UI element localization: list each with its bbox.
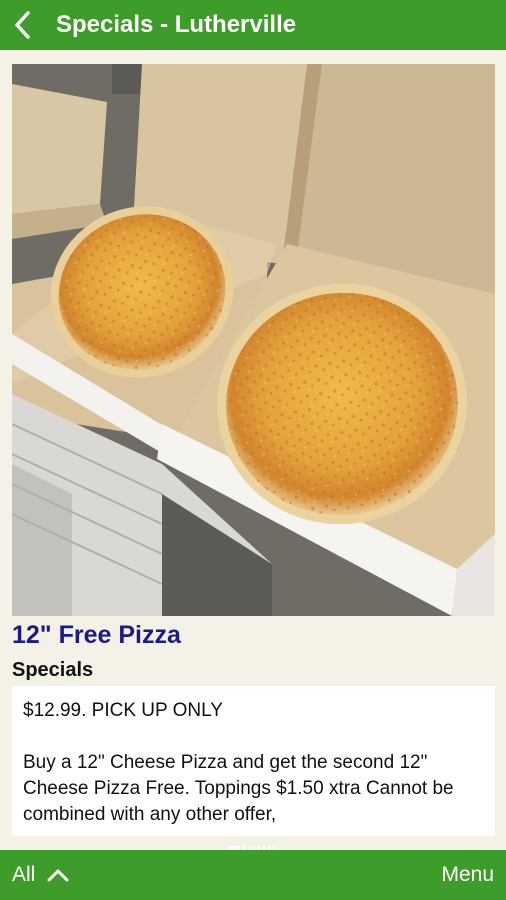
menu-button[interactable]: Menu (441, 863, 506, 887)
all-label: All (12, 863, 36, 886)
chevron-left-icon (15, 11, 30, 39)
bottom-bar: All Menu (0, 850, 506, 900)
price-line: $12.99. PICK UP ONLY (23, 700, 223, 721)
special-title: 12" Free Pizza (12, 621, 181, 649)
all-button[interactable]: All (0, 863, 69, 887)
special-photo (12, 64, 495, 616)
back-button[interactable] (0, 0, 44, 50)
description-text: Buy a 12" Cheese Pizza and get the secon… (23, 752, 454, 825)
app-header: Specials - Lutherville (0, 0, 506, 50)
page-title: Specials - Lutherville (56, 11, 297, 38)
description-panel: $12.99. PICK UP ONLY Buy a 12" Cheese Pi… (12, 686, 495, 836)
category-label: Specials (12, 659, 94, 681)
chevron-up-icon (47, 869, 69, 882)
